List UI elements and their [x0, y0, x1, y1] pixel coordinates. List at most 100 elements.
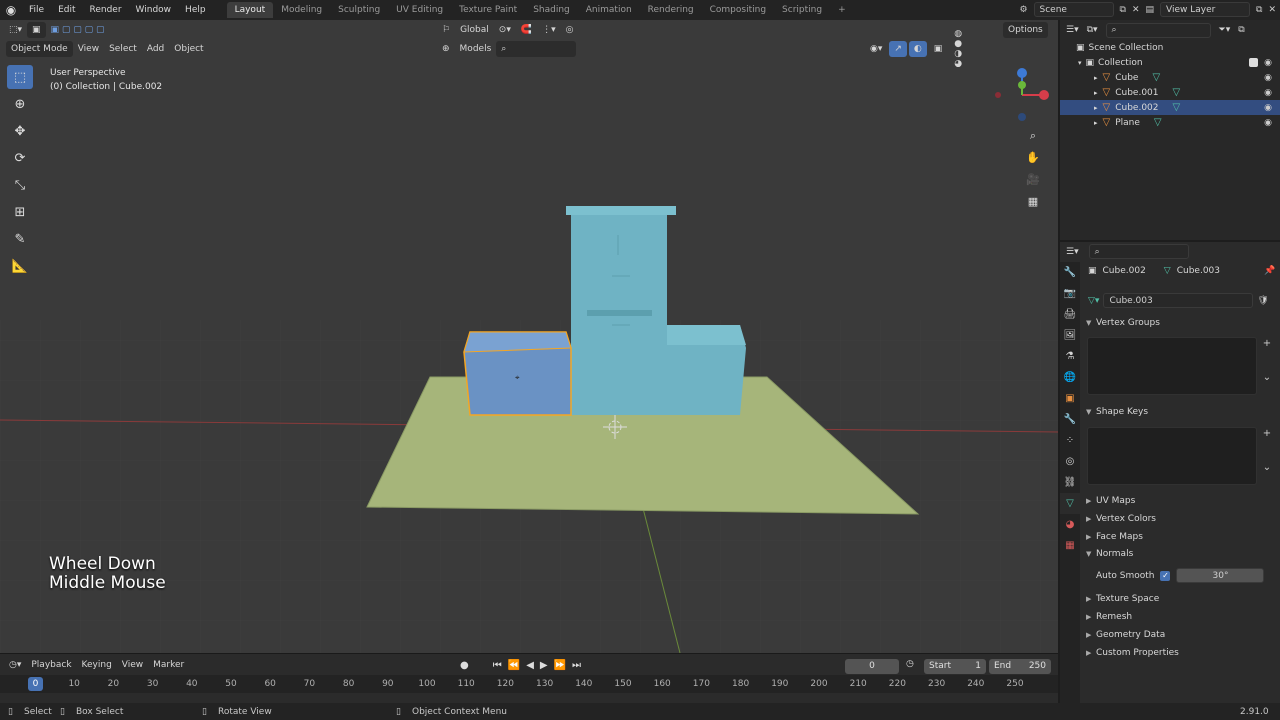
- auto-smooth-angle-field[interactable]: 30°: [1176, 568, 1265, 583]
- tab-modeling[interactable]: Modeling: [273, 2, 330, 18]
- collection-checkbox[interactable]: [1249, 58, 1258, 67]
- current-frame-field[interactable]: 0: [845, 659, 899, 674]
- tab-compositing[interactable]: Compositing: [702, 2, 774, 18]
- move-tool-icon[interactable]: ✥: [7, 119, 33, 143]
- snap-dropdown-icon[interactable]: ⋮▾: [537, 22, 561, 38]
- 3d-viewport[interactable]: ⌖ ⬚▾ ▣ ▣ ▢ ▢ ▢ ▢ ⚐ Global ⊙▾ 🧲 ⋮▾ ◎ Opti…: [0, 20, 1058, 653]
- mesh-data-tab-icon[interactable]: ▽: [1060, 493, 1080, 514]
- material-tab-icon[interactable]: ◕: [1060, 514, 1080, 535]
- cursor-tool-icon[interactable]: ⊕: [7, 92, 33, 116]
- menu-file[interactable]: File: [22, 5, 51, 15]
- outliner-item-cube-002[interactable]: ▸ ▽ Cube.002 ▽ ◉: [1060, 100, 1280, 115]
- playhead[interactable]: 0: [28, 677, 43, 691]
- scene-collection-row[interactable]: ▣ Scene Collection: [1060, 40, 1280, 55]
- view-layer-tab-icon[interactable]: 🖼: [1060, 325, 1080, 346]
- shape-keys-panel-header[interactable]: ▼ Shape Keys: [1082, 403, 1278, 420]
- texture-space-panel-header[interactable]: ▶ Texture Space: [1082, 590, 1278, 607]
- select-box-tool-icon[interactable]: ⬚: [7, 65, 33, 89]
- object-tab-icon[interactable]: ▣: [1060, 388, 1080, 409]
- tab-rendering[interactable]: Rendering: [640, 2, 702, 18]
- axis-gizmo-icon[interactable]: [992, 65, 1052, 125]
- menu-window[interactable]: Window: [129, 5, 179, 15]
- orientation-dropdown[interactable]: Global: [455, 22, 494, 38]
- editor-type-icon[interactable]: ⬚▾: [4, 22, 27, 38]
- overlay-toggle-icon[interactable]: ◐: [908, 40, 927, 57]
- vertex-groups-list[interactable]: [1087, 337, 1257, 395]
- end-frame-field[interactable]: End 250: [989, 659, 1051, 674]
- delete-view-layer-icon[interactable]: ✕: [1268, 5, 1276, 15]
- tab-animation[interactable]: Animation: [578, 2, 640, 18]
- world-tab-icon[interactable]: 🌐: [1060, 367, 1080, 388]
- measure-tool-icon[interactable]: 📐: [7, 254, 33, 278]
- add-workspace-button[interactable]: +: [830, 2, 854, 18]
- view-layer-selector[interactable]: View Layer: [1160, 2, 1251, 17]
- menu-edit[interactable]: Edit: [51, 5, 82, 15]
- collection-row[interactable]: ▾ ▣ Collection ◉: [1060, 55, 1280, 70]
- tab-sculpting[interactable]: Sculpting: [330, 2, 388, 18]
- properties-editor-type-icon[interactable]: ☰▾: [1066, 247, 1079, 257]
- preview-range-icon[interactable]: ◷: [906, 659, 914, 669]
- rotate-tool-icon[interactable]: ⟳: [7, 146, 33, 170]
- face-maps-panel-header[interactable]: ▶ Face Maps: [1082, 528, 1278, 545]
- object-mode-dropdown[interactable]: Object Mode: [6, 40, 73, 57]
- render-tab-icon[interactable]: 📷: [1060, 283, 1080, 304]
- tab-scripting[interactable]: Scripting: [774, 2, 830, 18]
- scene-tab-icon[interactable]: ⚗: [1060, 346, 1080, 367]
- eye-icon[interactable]: ◉: [1264, 118, 1272, 128]
- timeline-editor-type-icon[interactable]: ◷▾: [4, 657, 26, 673]
- play-icon[interactable]: ▶: [540, 660, 548, 671]
- outliner-editor-type-icon[interactable]: ☰▾: [1066, 25, 1079, 35]
- outliner-item-plane[interactable]: ▸ ▽ Plane ▽ ◉: [1060, 115, 1280, 130]
- pan-hand-icon[interactable]: ✋: [1024, 151, 1042, 169]
- menu-add[interactable]: Add: [142, 41, 169, 57]
- start-frame-field[interactable]: Start 1: [924, 659, 986, 674]
- menu-object[interactable]: Object: [169, 41, 208, 57]
- gizmo-toggle-icon[interactable]: ↗: [889, 40, 907, 57]
- tab-texture-paint[interactable]: Texture Paint: [451, 2, 525, 18]
- eye-icon[interactable]: ◉: [1264, 103, 1272, 113]
- particles-tab-icon[interactable]: ⁘: [1060, 430, 1080, 451]
- marker-menu[interactable]: Marker: [148, 657, 189, 673]
- menu-render[interactable]: Render: [83, 5, 129, 15]
- keying-menu[interactable]: Keying: [77, 657, 117, 673]
- vertex-group-menu-icon[interactable]: ⌄: [1260, 372, 1274, 386]
- mesh-browse-icon[interactable]: ▽▾: [1088, 296, 1099, 306]
- eye-icon[interactable]: ◉: [1264, 73, 1272, 83]
- fake-user-icon[interactable]: 🛡: [1257, 296, 1268, 306]
- options-dropdown[interactable]: Options: [1003, 21, 1048, 38]
- menu-view[interactable]: View: [73, 41, 104, 57]
- modifier-tab-icon[interactable]: 🔧: [1060, 409, 1080, 430]
- jump-end-icon[interactable]: ⏭: [572, 660, 581, 671]
- new-collection-icon[interactable]: ⧉: [1238, 25, 1244, 35]
- expand-arrow-icon[interactable]: ▾: [1078, 59, 1082, 67]
- annotate-tool-icon[interactable]: ✎: [7, 227, 33, 251]
- menu-select[interactable]: Select: [104, 41, 142, 57]
- expand-arrow-icon[interactable]: ▸: [1094, 74, 1098, 82]
- eye-icon[interactable]: ◉: [1264, 88, 1272, 98]
- timeline-view-menu[interactable]: View: [117, 657, 148, 673]
- texture-tab-icon[interactable]: ▦: [1060, 535, 1080, 556]
- navigation-gizmo[interactable]: ⌕ ✋ 🎥 ▦: [992, 65, 1052, 225]
- add-vertex-group-icon[interactable]: +: [1260, 338, 1274, 352]
- new-scene-icon[interactable]: ⧉: [1120, 5, 1126, 15]
- blender-logo-icon[interactable]: ◉: [0, 3, 22, 17]
- mesh-data-icon[interactable]: ▽: [1173, 87, 1181, 98]
- menu-help[interactable]: Help: [178, 5, 213, 15]
- add-shape-key-icon[interactable]: +: [1260, 428, 1274, 442]
- select-mode-icons[interactable]: ▣ ▢ ▢ ▢ ▢: [46, 22, 110, 38]
- tab-shading[interactable]: Shading: [525, 2, 578, 18]
- select-tool-icon[interactable]: ▣: [27, 21, 46, 38]
- expand-arrow-icon[interactable]: ▸: [1094, 119, 1098, 127]
- custom-properties-panel-header[interactable]: ▶ Custom Properties: [1082, 644, 1278, 661]
- auto-smooth-checkbox[interactable]: ✓: [1160, 570, 1171, 581]
- pin-icon[interactable]: 📌: [1264, 266, 1275, 276]
- jump-start-icon[interactable]: ⏮: [493, 660, 502, 671]
- outliner-item-cube-001[interactable]: ▸ ▽ Cube.001 ▽ ◉: [1060, 85, 1280, 100]
- vertex-colors-panel-header[interactable]: ▶ Vertex Colors: [1082, 510, 1278, 527]
- expand-arrow-icon[interactable]: ▸: [1094, 104, 1098, 112]
- eye-icon[interactable]: ◉: [1264, 58, 1272, 68]
- display-mode-icon[interactable]: ⧉▾: [1087, 25, 1098, 35]
- pivot-icon[interactable]: ⊙▾: [494, 22, 516, 38]
- uv-maps-panel-header[interactable]: ▶ UV Maps: [1082, 492, 1278, 509]
- xray-icon[interactable]: ▣: [929, 41, 948, 57]
